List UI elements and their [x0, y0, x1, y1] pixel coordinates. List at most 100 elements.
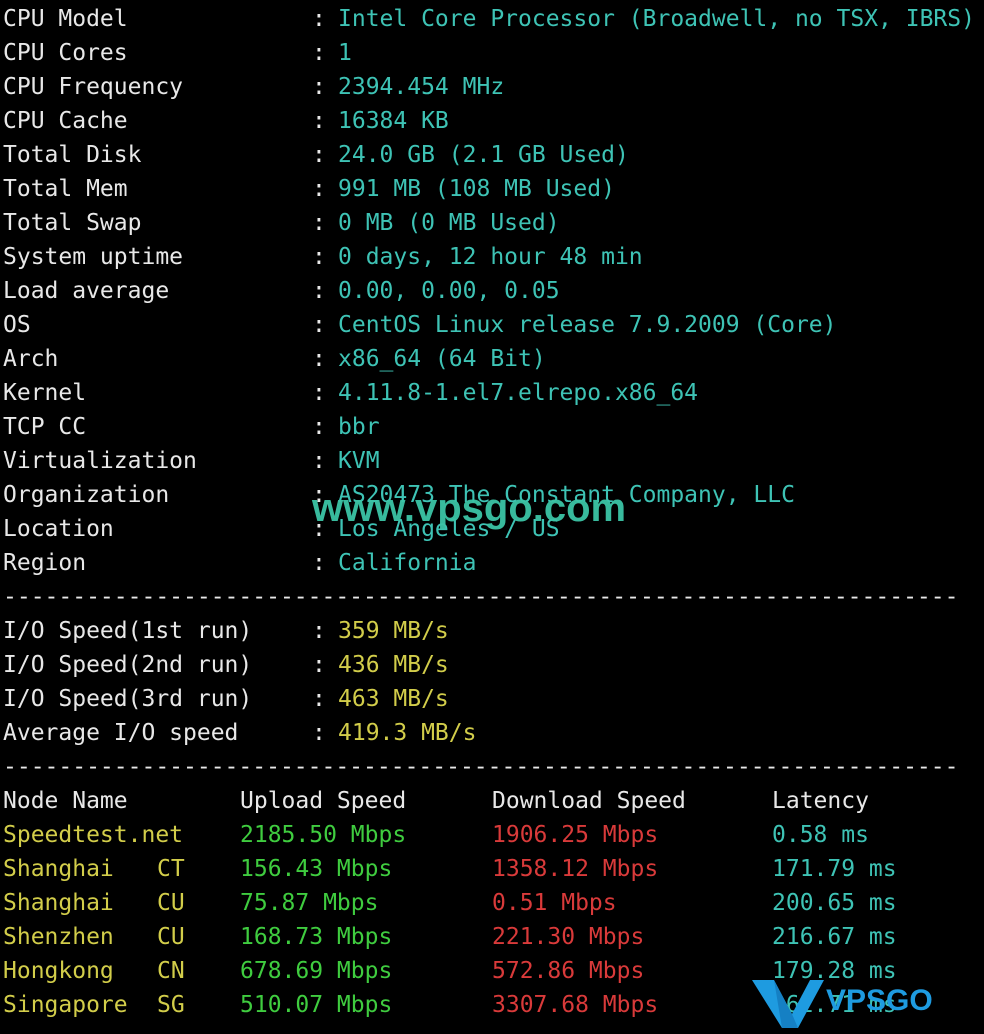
info-row: Region: California [0, 546, 984, 580]
separator: : [312, 244, 326, 270]
watermark: www.vpsgo.com [312, 486, 627, 530]
io-value: 463 MB/s [338, 686, 449, 712]
separator: : [312, 176, 326, 202]
info-value: 1 [338, 40, 352, 66]
latency: 0.58 ms [772, 822, 869, 848]
io-row: I/O Speed(2nd run):436 MB/s [0, 648, 984, 682]
info-label: Total Disk [3, 142, 142, 168]
info-label: CPU Model [3, 6, 128, 32]
info-row: CPU Cache:16384 KB [0, 104, 984, 138]
info-value: 2394.454 MHz [338, 74, 505, 100]
info-value: 4.11.8-1.el7.elrepo.x86_64 [338, 380, 699, 406]
info-row: Load average:0.00, 0.00, 0.05 [0, 274, 984, 308]
info-label: Arch [3, 346, 59, 372]
separator: : [312, 414, 326, 440]
info-value: 16384 KB [338, 108, 449, 134]
separator: : [312, 40, 326, 66]
table-row: Shanghai CU 75.87 Mbps 0.51 Mbps 200.65 ms [0, 886, 984, 920]
info-value: x86_64 (64 Bit) [338, 346, 546, 372]
download-speed: 3307.68 Mbps [492, 992, 659, 1018]
info-value: 0 MB (0 MB Used) [338, 210, 560, 236]
table-row: Speedtest.net 2185.50 Mbps 1906.25 Mbps 0.5… [0, 818, 984, 852]
info-row: CPU Frequency:2394.454 MHz [0, 70, 984, 104]
separator: : [312, 720, 326, 746]
upload-speed: 156.43 Mbps [240, 856, 393, 882]
info-label: CPU Cache [3, 108, 128, 134]
divider-line: ----------------------------------------… [3, 754, 959, 780]
info-label: Total Mem [3, 176, 128, 202]
info-label: TCP CC [3, 414, 87, 440]
io-label: Average I/O speed [3, 720, 239, 746]
info-label: Load average [3, 278, 170, 304]
separator: : [312, 380, 326, 406]
separator: : [312, 108, 326, 134]
separator: : [312, 686, 326, 712]
download-speed: 572.86 Mbps [492, 958, 645, 984]
separator: : [312, 448, 326, 474]
logo-text: VPSGO [826, 984, 933, 1017]
upload-speed: 678.69 Mbps [240, 958, 393, 984]
separator: : [312, 74, 326, 100]
node-isp: CU [157, 890, 185, 916]
column-header: Upload Speed [240, 788, 407, 814]
download-speed: 0.51 Mbps [492, 890, 617, 916]
download-speed: 1358.12 Mbps [492, 856, 659, 882]
upload-speed: 2185.50 Mbps [240, 822, 407, 848]
io-row: Average I/O speed:419.3 MB/s [0, 716, 984, 750]
info-row: Arch: x86_64 (64 Bit) [0, 342, 984, 376]
info-row: CPU Cores:1 [0, 36, 984, 70]
info-row: OS: CentOS Linux release 7.9.2009 (Core) [0, 308, 984, 342]
download-speed: 1906.25 Mbps [492, 822, 659, 848]
info-label: Kernel [3, 380, 87, 406]
node-name: Hongkong [3, 958, 114, 984]
info-row: CPU Model: Intel Core Processor (Broadwel… [0, 2, 984, 36]
info-row: Total Mem:991 MB (108 MB Used) [0, 172, 984, 206]
divider: ----------------------------------------… [0, 580, 984, 614]
table-row: Shanghai CT 156.43 Mbps 1358.12 Mbps 171.79 … [0, 852, 984, 886]
info-value: 0 days, 12 hour 48 min [338, 244, 643, 270]
info-value: Intel Core Processor (Broadwell, no TSX,… [338, 6, 975, 32]
node-isp: SG [157, 992, 185, 1018]
info-label: OS [3, 312, 31, 338]
info-row: Total Disk:24.0 GB (2.1 GB Used) [0, 138, 984, 172]
info-value: KVM [338, 448, 380, 474]
separator: : [312, 6, 326, 32]
info-label: Region [3, 550, 87, 576]
vpsgo-logo: VPSGO [752, 980, 933, 1028]
column-header: Download Speed [492, 788, 686, 814]
separator: : [312, 550, 326, 576]
separator: : [312, 618, 326, 644]
column-header: Node Name [3, 788, 128, 814]
latency: 171.79 ms [772, 856, 897, 882]
info-row: Virtualization: KVM [0, 444, 984, 478]
info-value: 991 MB (108 MB Used) [338, 176, 615, 202]
separator: : [312, 312, 326, 338]
io-label: I/O Speed(1st run) [3, 618, 253, 644]
node-name: Singapore [3, 992, 128, 1018]
info-row: Kernel:4.11.8-1.el7.elrepo.x86_64 [0, 376, 984, 410]
node-name: Speedtest.net [3, 822, 184, 848]
separator: : [312, 278, 326, 304]
io-label: I/O Speed(3rd run) [3, 686, 253, 712]
node-isp: CN [157, 958, 185, 984]
info-value: CentOS Linux release 7.9.2009 (Core) [338, 312, 837, 338]
node-name: Shenzhen [3, 924, 114, 950]
info-value: 0.00, 0.00, 0.05 [338, 278, 560, 304]
separator: : [312, 142, 326, 168]
upload-speed: 168.73 Mbps [240, 924, 393, 950]
info-label: System uptime [3, 244, 184, 270]
separator: : [312, 210, 326, 236]
info-label: CPU Cores [3, 40, 128, 66]
info-row: System uptime:0 days, 12 hour 48 min [0, 240, 984, 274]
divider: ----------------------------------------… [0, 750, 984, 784]
separator: : [312, 652, 326, 678]
info-label: Location [3, 516, 114, 542]
info-row: Total Swap:0 MB (0 MB Used) [0, 206, 984, 240]
io-row: I/O Speed(1st run):359 MB/s [0, 614, 984, 648]
column-header: Latency [772, 788, 869, 814]
info-label: Organization [3, 482, 170, 508]
io-value: 359 MB/s [338, 618, 449, 644]
io-label: I/O Speed(2nd run) [3, 652, 253, 678]
node-isp: CU [157, 924, 185, 950]
divider-line: ----------------------------------------… [3, 584, 959, 610]
